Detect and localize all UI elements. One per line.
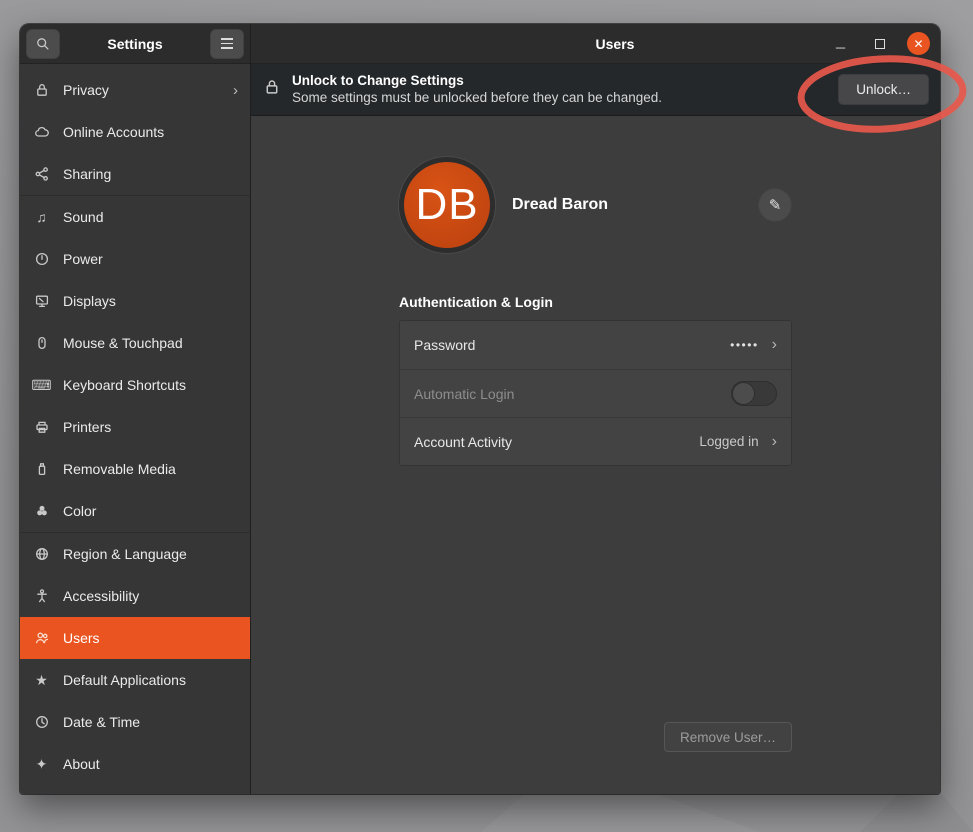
sidebar-item-users[interactable]: Users [20, 617, 250, 659]
main-panel: Users ─ ✕ Unlock to Change Settings Some… [250, 24, 940, 794]
row-label: Password [414, 337, 730, 353]
usb-icon [33, 461, 50, 478]
sidebar-headerbar: Settings [20, 24, 250, 64]
sidebar-item-printers[interactable]: Printers [20, 406, 250, 448]
sidebar-item-label: Online Accounts [63, 124, 238, 140]
star-icon: ★ [33, 672, 50, 689]
banner-title: Unlock to Change Settings [292, 73, 662, 90]
mouse-icon [33, 335, 50, 352]
unlock-banner: Unlock to Change Settings Some settings … [251, 64, 940, 116]
sidebar-item-date-time[interactable]: Date & Time [20, 701, 250, 743]
accessibility-icon [33, 588, 50, 605]
sidebar-item-label: Accessibility [63, 588, 238, 604]
account-activity-row[interactable]: Account Activity Logged in › [400, 417, 791, 465]
sidebar-item-label: Displays [63, 293, 238, 309]
sidebar: Settings Privacy › Online Accounts [20, 24, 250, 794]
sidebar-item-keyboard-shortcuts[interactable]: ⌨ Keyboard Shortcuts [20, 364, 250, 406]
sidebar-item-label: Date & Time [63, 714, 238, 730]
keyboard-icon: ⌨ [33, 377, 50, 394]
search-icon [35, 36, 51, 52]
sidebar-item-label: Removable Media [63, 461, 238, 477]
settings-window: Settings Privacy › Online Accounts [20, 24, 940, 794]
user-header: DB Dread Baron ✎ [399, 116, 792, 253]
maximize-button[interactable] [868, 32, 891, 55]
remove-user-button[interactable]: Remove User… [664, 722, 792, 752]
account-activity-value: Logged in [699, 434, 758, 449]
users-icon [33, 630, 50, 647]
sidebar-item-power[interactable]: Power [20, 238, 250, 280]
sidebar-item-accessibility[interactable]: Accessibility [20, 575, 250, 617]
sidebar-item-online-accounts[interactable]: Online Accounts [20, 111, 250, 153]
sidebar-title: Settings [60, 36, 210, 52]
password-row[interactable]: Password ••••• › [400, 321, 791, 369]
sidebar-item-color[interactable]: Color [20, 490, 250, 532]
sidebar-item-label: Sharing [63, 166, 238, 182]
search-button[interactable] [26, 29, 60, 59]
sidebar-list: Privacy › Online Accounts Sharing ♫ [20, 64, 250, 794]
desktop-background: Settings Privacy › Online Accounts [0, 0, 973, 832]
sparkle-icon: ✦ [33, 756, 50, 773]
close-button[interactable]: ✕ [907, 32, 930, 55]
lock-icon [263, 78, 281, 101]
lock-icon [33, 82, 50, 99]
sidebar-item-label: Power [63, 251, 238, 267]
sidebar-item-privacy[interactable]: Privacy › [20, 69, 250, 111]
primary-menu-button[interactable] [210, 29, 244, 59]
color-icon [33, 503, 50, 520]
sidebar-item-displays[interactable]: Displays [20, 280, 250, 322]
maximize-icon [875, 39, 885, 49]
sidebar-item-label: About [63, 756, 238, 772]
edit-name-button[interactable]: ✎ [758, 188, 792, 222]
sidebar-item-label: Mouse & Touchpad [63, 335, 238, 351]
avatar[interactable]: DB [399, 157, 495, 253]
sidebar-item-sharing[interactable]: Sharing [20, 153, 250, 195]
printer-icon [33, 419, 50, 436]
window-controls: ─ ✕ [829, 32, 930, 55]
sidebar-item-default-applications[interactable]: ★ Default Applications [20, 659, 250, 701]
users-content: DB Dread Baron ✎ Authentication & Login … [251, 116, 940, 794]
sidebar-item-label: Printers [63, 419, 238, 435]
pencil-icon: ✎ [769, 196, 782, 214]
auth-list: Password ••••• › Automatic Login Account… [399, 320, 792, 466]
sidebar-item-label: Region & Language [63, 546, 238, 562]
cloud-icon [33, 124, 50, 141]
row-label: Account Activity [414, 434, 699, 450]
chevron-right-icon: › [233, 82, 238, 99]
sidebar-item-mouse-touchpad[interactable]: Mouse & Touchpad [20, 322, 250, 364]
share-icon [33, 166, 50, 183]
sidebar-item-label: Users [63, 630, 238, 646]
main-headerbar: Users ─ ✕ [251, 24, 940, 64]
sidebar-item-label: Sound [63, 209, 238, 225]
display-icon [33, 293, 50, 310]
sidebar-item-removable-media[interactable]: Removable Media [20, 448, 250, 490]
minimize-button[interactable]: ─ [829, 32, 852, 55]
chevron-right-icon: › [772, 336, 777, 354]
unlock-button[interactable]: Unlock… [838, 74, 929, 105]
clock-icon [33, 714, 50, 731]
sidebar-item-label: Default Applications [63, 672, 238, 688]
password-dots: ••••• [730, 338, 759, 352]
sidebar-item-label: Color [63, 503, 238, 519]
section-heading: Authentication & Login [399, 294, 792, 310]
row-label: Automatic Login [414, 386, 731, 402]
user-full-name: Dread Baron [512, 196, 608, 214]
content-column: DB Dread Baron ✎ Authentication & Login … [399, 116, 792, 794]
sidebar-item-region-language[interactable]: Region & Language [20, 533, 250, 575]
banner-subtitle: Some settings must be unlocked before th… [292, 90, 662, 107]
sidebar-item-sound[interactable]: ♫ Sound [20, 196, 250, 238]
music-note-icon: ♫ [33, 209, 50, 226]
sidebar-item-about[interactable]: ✦ About [20, 743, 250, 785]
sidebar-item-label: Keyboard Shortcuts [63, 377, 238, 393]
sidebar-item-label: Privacy [63, 82, 233, 98]
chevron-right-icon: › [772, 433, 777, 451]
automatic-login-row: Automatic Login [400, 369, 791, 417]
toggle-knob [732, 382, 755, 405]
hamburger-icon [221, 38, 233, 49]
banner-text: Unlock to Change Settings Some settings … [292, 73, 662, 107]
automatic-login-toggle[interactable] [731, 381, 777, 406]
power-icon [33, 251, 50, 268]
globe-icon [33, 546, 50, 563]
